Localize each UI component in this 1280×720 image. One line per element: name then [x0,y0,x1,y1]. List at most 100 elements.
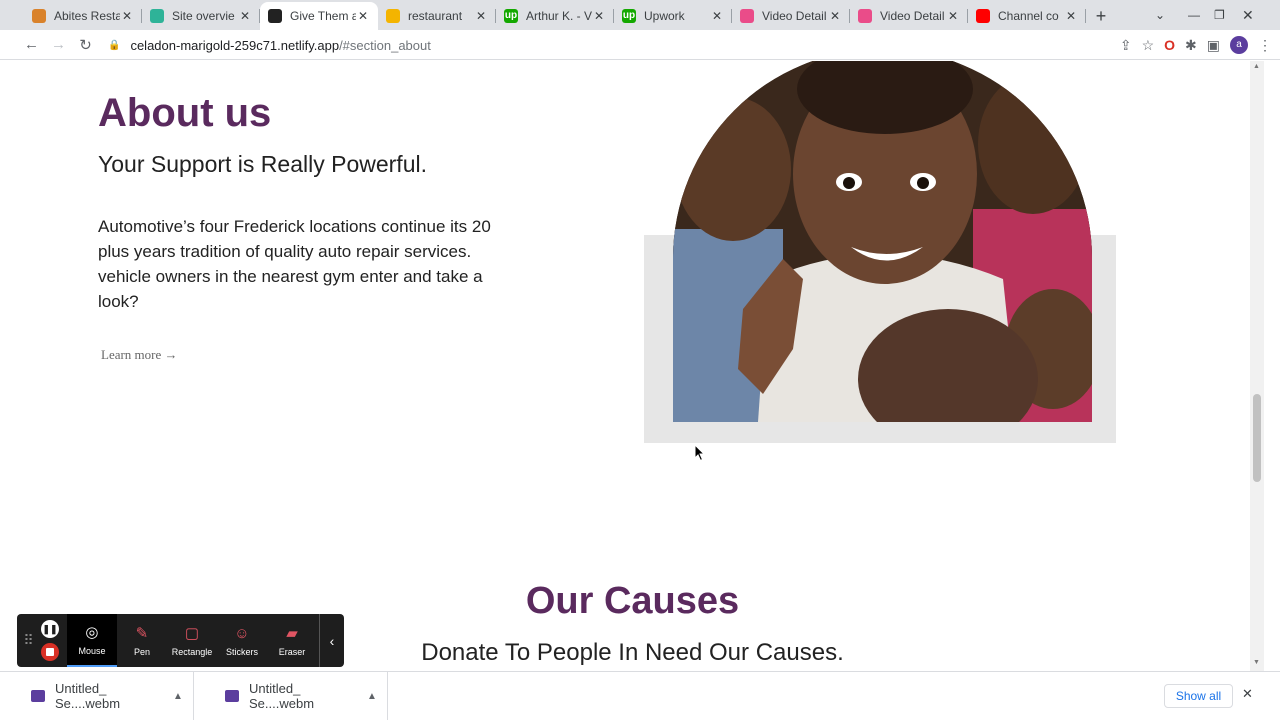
browser-tab[interactable]: Channel co ✕ [968,2,1086,30]
tab-title: Site overvie [172,9,235,23]
recorder-tool-label: Mouse [78,646,106,656]
close-tab-icon[interactable]: ✕ [710,9,724,23]
browser-tab[interactable]: up Upwork ✕ [614,2,732,30]
url-path: /#section_about [339,37,431,53]
url-host: celadon-marigold-259c71.netlify.app [130,37,340,53]
sticker-icon: ☺ [234,625,250,642]
recorder-tools: ◎ Mouse ✎ Pen ▢ Rectangle ☺ Stickers ▰ Eraser [66,614,317,667]
video-file-icon [225,690,239,702]
web-page: About us Your Support is Really Powerful… [15,61,1250,671]
mouse-cursor-icon [694,444,706,462]
forward-icon[interactable]: → [45,36,72,53]
close-tab-icon[interactable]: ✕ [1064,9,1078,23]
download-filename: Untitled_ Se....webm [249,681,315,711]
burger-favicon [32,9,46,23]
video-favicon [858,9,872,23]
restore-button[interactable]: ❐ [1214,0,1225,30]
download-item[interactable]: Untitled_ Se....webm ▲ [0,672,194,720]
recorder-tool-mouse[interactable]: ◎ Mouse [66,614,117,667]
recorder-tool-stickers[interactable]: ☺ Stickers [217,614,267,667]
browser-tab[interactable]: Site overvie ✕ [142,2,260,30]
close-tab-icon[interactable]: ✕ [828,9,842,23]
drive-favicon [386,9,400,23]
eraser-icon: ▰ [286,625,298,642]
mouse-icon: ◎ [85,624,99,641]
close-tab-icon[interactable]: ✕ [356,9,370,23]
about-subheading: Your Support is Really Powerful. [98,151,427,177]
recorder-tool-label: Rectangle [171,647,213,657]
tab-title: Give Them a [290,9,356,23]
close-tab-icon[interactable]: ✕ [474,9,488,23]
profile-avatar[interactable]: a [1230,36,1248,54]
about-paragraph: Automotive’s four Frederick locations co… [98,217,491,311]
chevron-up-icon[interactable]: ▲ [357,691,387,702]
recorder-tool-rectangle[interactable]: ▢ Rectangle [167,614,217,667]
toolbar-icons: ⇪ ☆ O ✱ ▣ a ⋮ [1120,33,1272,57]
stop-button[interactable] [41,643,60,661]
bookmark-star-icon[interactable]: ☆ [1142,37,1155,54]
youtube-favicon [976,9,990,23]
pause-button[interactable]: ❚❚ [41,620,60,638]
rectangle-icon: ▢ [184,625,200,642]
extensions-icon[interactable]: ✱ [1185,37,1197,54]
download-item[interactable]: Untitled_ Se....webm ▲ [194,672,388,720]
close-tab-icon[interactable]: ✕ [946,9,960,23]
pen-icon: ✎ [135,625,149,642]
url-field[interactable]: 🔒 celadon-marigold-259c71.netlify.app /#… [108,33,1108,57]
tab-title: restaurant [408,9,463,23]
download-shelf: Untitled_ Se....webm ▲ Untitled_ Se....w… [0,671,1280,720]
close-window-button[interactable]: ✕ [1242,0,1254,30]
tab-title: Arthur K. - V [526,9,592,23]
browser-tab[interactable]: Video Detail ✕ [732,2,850,30]
recorder-tool-label: Pen [133,647,150,657]
browser-tab[interactable]: restaurant ✕ [378,2,496,30]
share-icon[interactable]: ⇪ [1120,37,1132,54]
video-favicon [740,9,754,23]
sidepanel-icon[interactable]: ▣ [1207,37,1220,54]
netlify-favicon [150,9,164,23]
opera-icon[interactable]: O [1164,37,1175,53]
tab-title: Abites Resta [54,9,120,23]
back-icon[interactable]: ← [18,36,45,53]
recorder-tool-label: Eraser [278,647,306,657]
tab-title: Video Detail [880,9,945,23]
minimize-button[interactable]: — [1188,0,1200,30]
recorder-toolbar: ⠿ ❚❚ ◎ Mouse ✎ Pen ▢ Rectangle ☺ Stickers ▰ Erase… [17,614,344,667]
scroll-down-icon[interactable]: ▼ [1253,659,1260,666]
tab-title: Upwork [644,9,685,23]
collapse-toolbar-button[interactable]: ‹ [318,614,344,667]
close-tab-icon[interactable]: ✕ [120,9,134,23]
learn-more-link[interactable]: Learn more → [101,347,178,363]
drag-handle-icon[interactable]: ⠿ [17,614,40,667]
chevron-up-icon[interactable]: ▲ [163,691,193,702]
tab-search-button[interactable]: ⌄ [1155,0,1165,30]
browser-tab-strip: Abites Resta ✕ Site overvie ✕ Give Them a ✕ re… [0,0,1280,30]
scroll-up-icon[interactable]: ▲ [1253,63,1260,70]
site-favicon [268,9,282,23]
lock-icon: 🔒 [108,39,121,51]
children-photo [673,61,1092,422]
upwork-favicon: up [504,9,518,23]
browser-tab[interactable]: up Arthur K. - V ✕ [496,2,614,30]
close-tab-icon[interactable]: ✕ [238,9,252,23]
tab-list: Abites Resta ✕ Site overvie ✕ Give Them a ✕ re… [0,0,1086,30]
close-shelf-icon[interactable]: ✕ [1242,686,1253,702]
reload-icon[interactable]: ↻ [72,36,99,54]
page-scrollbar[interactable]: ▲ ▼ [1250,61,1264,671]
browser-tab[interactable]: Abites Resta ✕ [24,2,142,30]
new-tab-button[interactable]: + [1086,2,1116,30]
tab-title: Channel co [998,9,1059,23]
close-tab-icon[interactable]: ✕ [592,9,606,23]
recorder-tool-eraser[interactable]: ▰ Eraser [267,614,317,667]
recorder-tool-label: Stickers [225,647,258,657]
scrollbar-thumb[interactable] [1253,394,1261,482]
upwork-favicon: up [622,9,636,23]
tab-title: Video Detail [762,9,827,23]
menu-icon[interactable]: ⋮ [1258,37,1272,54]
download-filename: Untitled_ Se....webm [55,681,121,711]
show-all-button[interactable]: Show all [1164,684,1233,708]
recorder-tool-pen[interactable]: ✎ Pen [117,614,167,667]
browser-tab[interactable]: Give Them a ✕ [260,2,378,30]
video-file-icon [31,690,45,702]
browser-tab[interactable]: Video Detail ✕ [850,2,968,30]
